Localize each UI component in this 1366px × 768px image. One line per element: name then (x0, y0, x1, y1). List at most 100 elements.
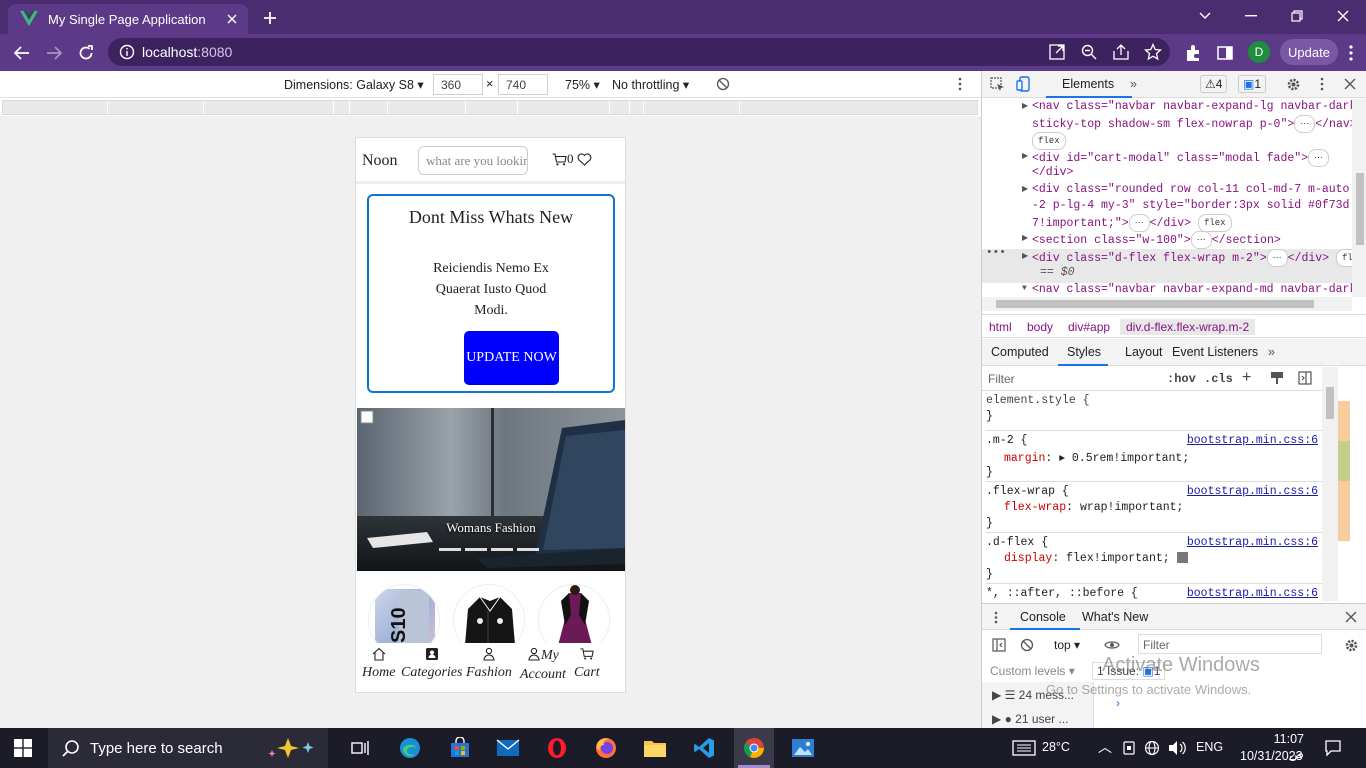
device-toggle-icon[interactable] (1016, 76, 1031, 92)
task-view-icon[interactable] (346, 734, 374, 762)
weather-icon[interactable] (1012, 740, 1036, 756)
dom-node[interactable]: <section class="w-100"> ⋯ </section> (1032, 231, 1281, 249)
fashion-carousel[interactable]: Womans Fashion (357, 408, 625, 571)
nav-categories[interactable]: Categories (401, 647, 462, 681)
node-actions-icon[interactable]: ••• (986, 247, 1006, 259)
nav-fashion[interactable]: Fashion (466, 647, 512, 681)
forward-icon[interactable] (41, 40, 67, 66)
context-select[interactable]: top ▾ (1054, 638, 1080, 652)
elements-tree[interactable]: ▶ <nav class="navbar navbar-expand-lg na… (982, 99, 1352, 305)
tab-whats-new[interactable]: What's New (1082, 610, 1148, 624)
menu-kebab-icon[interactable] (1348, 45, 1354, 61)
carousel-indicator[interactable] (517, 548, 539, 551)
style-rules[interactable]: element.style { } .m-2 { bootstrap.min.c… (982, 391, 1322, 601)
notifications-icon[interactable] (1324, 739, 1342, 757)
mail-icon[interactable] (494, 734, 522, 762)
tab-search-icon[interactable] (1183, 2, 1227, 30)
heart-icon[interactable] (577, 152, 592, 166)
volume-icon[interactable] (1168, 740, 1186, 756)
store-icon[interactable] (446, 734, 474, 762)
dom-node[interactable]: <nav class="navbar navbar-expand-lg navb… (1032, 99, 1352, 115)
style-rule[interactable]: *, ::after, ::before { bootstrap.min.css… (986, 584, 1322, 601)
dom-node[interactable]: <nav class="navbar navbar-expand-md navb… (1032, 282, 1352, 298)
elements-hscroll[interactable] (982, 297, 1352, 311)
network-device-icon[interactable] (1122, 740, 1136, 756)
console-prompt[interactable]: › (1116, 696, 1120, 710)
browser-tab[interactable]: My Single Page Application (8, 4, 248, 34)
tab-computed[interactable]: Computed (991, 345, 1049, 359)
style-rule[interactable]: .d-flex { bootstrap.min.css:6 display: f… (986, 533, 1322, 584)
input-language[interactable]: ENG (1196, 740, 1223, 754)
nav-home[interactable]: Home (362, 647, 395, 681)
drawer-menu-icon[interactable] (994, 611, 998, 624)
custom-levels-select[interactable]: Custom levels ▾ (990, 664, 1075, 678)
globe-icon[interactable] (1144, 740, 1160, 756)
dom-badge[interactable]: flex (1032, 132, 1066, 150)
cls-toggle[interactable]: .cls (1204, 372, 1233, 386)
taskbar-search[interactable]: Type here to search (48, 728, 328, 768)
elements-vscroll[interactable] (1352, 99, 1366, 297)
eye-icon[interactable] (1104, 639, 1120, 651)
cart-button[interactable]: 0 (552, 151, 592, 167)
close-window-icon[interactable] (1321, 2, 1365, 30)
tray-expand-icon[interactable]: ︿ (1098, 737, 1112, 757)
dom-node[interactable]: <div id="cart-modal" class="modal fade">… (1032, 149, 1330, 167)
bookmark-star-icon[interactable] (1144, 43, 1162, 61)
console-settings-icon[interactable] (1344, 638, 1359, 653)
new-tab-icon[interactable] (258, 6, 282, 30)
more-options-icon[interactable] (958, 77, 962, 91)
tab-console[interactable]: Console (1020, 610, 1066, 624)
settings-gear-icon[interactable] (1286, 77, 1301, 92)
styles-filter-input[interactable]: Filter (988, 372, 1015, 386)
crumb-body[interactable]: body (1027, 320, 1053, 334)
vscode-icon[interactable] (690, 734, 718, 762)
clear-console-icon[interactable] (1020, 638, 1034, 652)
more-options-icon[interactable] (1320, 77, 1324, 91)
tab-styles[interactable]: Styles (1067, 345, 1101, 359)
nav-account[interactable]: My Account (520, 647, 566, 683)
height-input[interactable]: 740 (498, 74, 548, 95)
clock-date[interactable]: 10/31/2023 (1240, 749, 1303, 763)
more-tabs-icon[interactable]: » (1268, 345, 1275, 359)
dom-node[interactable]: <div class="rounded row col-11 col-md-7 … (1032, 182, 1352, 198)
nav-cart[interactable]: Cart (574, 647, 600, 681)
tab-event-listeners[interactable]: Event Listeners (1172, 345, 1258, 359)
close-tab-icon[interactable] (222, 9, 242, 29)
temperature[interactable]: 28°C (1042, 740, 1070, 754)
crumb-selected[interactable]: div.d-flex.flex-wrap.m-2 (1120, 319, 1256, 335)
file-explorer-icon[interactable] (641, 734, 669, 762)
inspect-element-icon[interactable] (990, 77, 1005, 92)
photos-icon[interactable] (789, 734, 817, 762)
paint-icon[interactable] (1270, 371, 1284, 385)
console-filter-input[interactable]: Filter (1138, 634, 1322, 654)
edge-browser-icon[interactable] (396, 734, 424, 762)
firefox-icon[interactable] (592, 734, 620, 762)
device-select[interactable]: Dimensions: Galaxy S8 ▾ (284, 77, 424, 92)
opera-icon[interactable] (543, 734, 571, 762)
styles-vscroll[interactable] (1322, 367, 1338, 601)
new-rule-icon[interactable]: + (1242, 369, 1251, 387)
throttling-select[interactable]: No throttling ▾ (612, 77, 689, 92)
dom-node-selected[interactable]: <div class="d-flex flex-wrap m-2"> ⋯ </div… (1032, 249, 1352, 267)
restore-icon[interactable] (1275, 2, 1319, 30)
more-tabs-icon[interactable]: » (1130, 77, 1137, 91)
brand-logo[interactable]: Noon (362, 152, 398, 170)
rotate-icon[interactable] (716, 77, 730, 91)
update-button[interactable]: Update (1280, 39, 1338, 65)
carousel-indicator[interactable] (465, 548, 487, 551)
tab-elements[interactable]: Elements (1062, 77, 1114, 91)
address-bar[interactable]: localhost:8080 (108, 38, 1170, 66)
extensions-icon[interactable] (1184, 44, 1202, 62)
carousel-indicator[interactable] (439, 548, 461, 551)
share-icon[interactable] (1112, 43, 1130, 61)
open-in-app-icon[interactable] (1048, 43, 1066, 61)
info-icon[interactable] (118, 43, 136, 61)
product-search-input[interactable]: what are you looking for (418, 146, 528, 175)
tab-layout[interactable]: Layout (1125, 345, 1163, 359)
hov-toggle[interactable]: :hov (1167, 372, 1196, 386)
style-rule[interactable]: .m-2 { bootstrap.min.css:6 margin: ▸ 0.5… (986, 431, 1322, 482)
back-icon[interactable] (9, 40, 35, 66)
user-messages-item[interactable]: ▶ ● 21 user ... (992, 712, 1069, 726)
crumb-app[interactable]: div#app (1068, 320, 1110, 334)
style-rule[interactable]: .flex-wrap { bootstrap.min.css:6 flex-wr… (986, 482, 1322, 533)
